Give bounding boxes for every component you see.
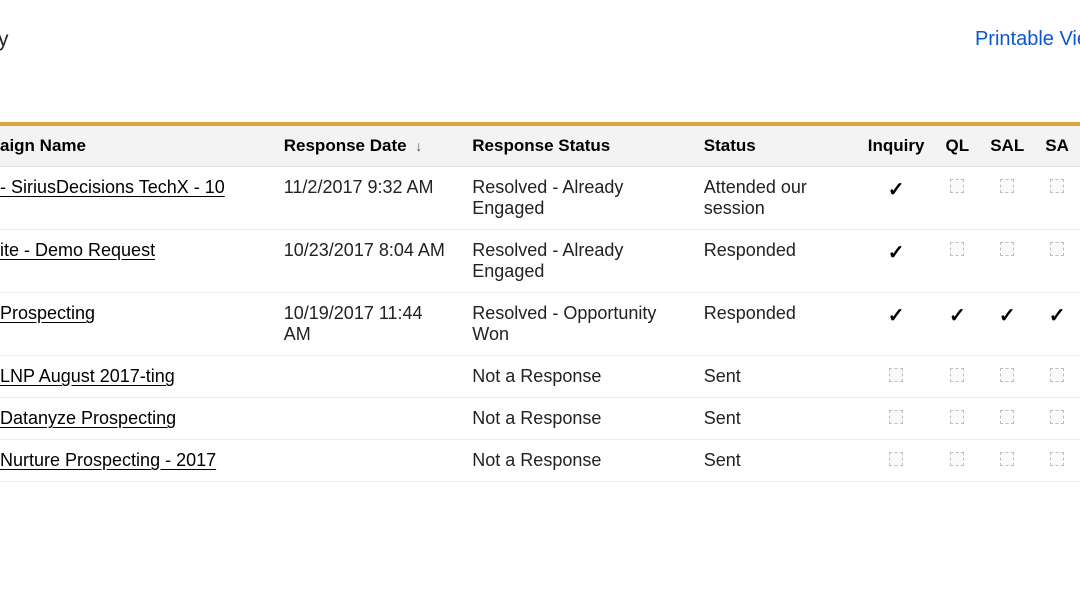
page-title-fragment: y — [0, 28, 9, 52]
checkmark-icon: ✓ — [949, 305, 966, 327]
campaign-history-table-wrap: aign Name Response Date ↓ Response Statu… — [0, 122, 1080, 482]
cell-sa — [1034, 356, 1080, 398]
col-header-response-date-label: Response Date — [284, 136, 407, 155]
cell-status: Sent — [694, 398, 858, 440]
cell-response-status: Resolved - Already Engaged — [462, 230, 694, 293]
cell-status: Sent — [694, 356, 858, 398]
cell-sa: ✓ — [1034, 293, 1080, 356]
cell-response-status: Not a Response — [462, 356, 694, 398]
cell-sal — [980, 230, 1034, 293]
col-header-response-status[interactable]: Response Status — [462, 126, 694, 167]
checkbox-empty-icon — [889, 410, 903, 424]
cell-inquiry — [858, 398, 935, 440]
checkbox-empty-icon — [1050, 410, 1064, 424]
checkbox-empty-icon — [889, 368, 903, 382]
cell-ql — [934, 356, 980, 398]
col-header-sal[interactable]: SAL — [980, 126, 1034, 167]
cell-ql — [934, 167, 980, 230]
table-row: Prospecting 10/19/2017 11:44 AMResolved -… — [0, 293, 1080, 356]
cell-status: Responded — [694, 230, 858, 293]
table-row: Datanyze Prospecting Not a ResponseSent — [0, 398, 1080, 440]
col-header-ql[interactable]: QL — [934, 126, 980, 167]
cell-sa — [1034, 440, 1080, 482]
cell-response-date — [274, 398, 463, 440]
cell-sa — [1034, 167, 1080, 230]
checkmark-icon: ✓ — [999, 305, 1016, 327]
checkbox-empty-icon — [1000, 179, 1014, 193]
cell-response-date — [274, 440, 463, 482]
col-header-response-date[interactable]: Response Date ↓ — [274, 126, 463, 167]
campaign-link[interactable]: Prospecting — [0, 303, 95, 324]
cell-ql — [934, 398, 980, 440]
cell-response-status: Not a Response — [462, 398, 694, 440]
cell-response-status: Not a Response — [462, 440, 694, 482]
checkbox-empty-icon — [1050, 452, 1064, 466]
printable-view-link[interactable]: Printable Vie — [975, 28, 1080, 51]
checkbox-empty-icon — [950, 452, 964, 466]
cell-ql — [934, 230, 980, 293]
cell-sa — [1034, 398, 1080, 440]
cell-response-status: Resolved - Already Engaged — [462, 167, 694, 230]
cell-inquiry — [858, 356, 935, 398]
checkbox-empty-icon — [950, 410, 964, 424]
checkbox-empty-icon — [1000, 410, 1014, 424]
table-header-row: aign Name Response Date ↓ Response Statu… — [0, 126, 1080, 167]
campaign-history-table: aign Name Response Date ↓ Response Statu… — [0, 126, 1080, 482]
checkbox-empty-icon — [1000, 368, 1014, 382]
cell-campaign: Datanyze Prospecting — [0, 398, 274, 440]
campaign-link[interactable]: Datanyze Prospecting — [0, 408, 176, 429]
checkbox-empty-icon — [950, 242, 964, 256]
cell-response-date: 10/23/2017 8:04 AM — [274, 230, 463, 293]
checkbox-empty-icon — [950, 179, 964, 193]
cell-campaign: Prospecting — [0, 293, 274, 356]
cell-response-date: 10/19/2017 11:44 AM — [274, 293, 463, 356]
checkbox-empty-icon — [1000, 452, 1014, 466]
cell-campaign: ite - Demo Request — [0, 230, 274, 293]
cell-sal — [980, 356, 1034, 398]
checkmark-icon: ✓ — [1049, 305, 1066, 327]
checkbox-empty-icon — [1050, 242, 1064, 256]
cell-inquiry: ✓ — [858, 167, 935, 230]
table-row: LNP August 2017-ting Not a ResponseSent — [0, 356, 1080, 398]
cell-ql — [934, 440, 980, 482]
col-header-sa[interactable]: SA — [1034, 126, 1080, 167]
cell-status: Attended our session — [694, 167, 858, 230]
cell-response-date — [274, 356, 463, 398]
checkbox-empty-icon — [1050, 179, 1064, 193]
campaign-link[interactable]: ite - Demo Request — [0, 240, 155, 261]
table-row: - SiriusDecisions TechX - 10 11/2/2017 9:… — [0, 167, 1080, 230]
sort-descending-icon: ↓ — [415, 138, 422, 154]
checkmark-icon: ✓ — [888, 242, 905, 264]
col-header-inquiry[interactable]: Inquiry — [858, 126, 935, 167]
checkbox-empty-icon — [889, 452, 903, 466]
cell-inquiry: ✓ — [858, 230, 935, 293]
checkbox-empty-icon — [1050, 368, 1064, 382]
checkbox-empty-icon — [950, 368, 964, 382]
col-header-campaign[interactable]: aign Name — [0, 126, 274, 167]
cell-campaign: - SiriusDecisions TechX - 10 — [0, 167, 274, 230]
cell-response-date: 11/2/2017 9:32 AM — [274, 167, 463, 230]
checkbox-empty-icon — [1000, 242, 1014, 256]
table-row: Nurture Prospecting - 2017 Not a Response… — [0, 440, 1080, 482]
cell-sal — [980, 167, 1034, 230]
checkmark-icon: ✓ — [888, 179, 905, 201]
cell-sal — [980, 440, 1034, 482]
table-row: ite - Demo Request 10/23/2017 8:04 AMReso… — [0, 230, 1080, 293]
cell-sal — [980, 398, 1034, 440]
col-header-status[interactable]: Status — [694, 126, 858, 167]
checkmark-icon: ✓ — [888, 305, 905, 327]
cell-sa — [1034, 230, 1080, 293]
campaign-link[interactable]: LNP August 2017-ting — [0, 366, 175, 387]
cell-ql: ✓ — [934, 293, 980, 356]
cell-sal: ✓ — [980, 293, 1034, 356]
cell-inquiry: ✓ — [858, 293, 935, 356]
campaign-link[interactable]: - SiriusDecisions TechX - 10 — [0, 177, 225, 198]
campaign-link[interactable]: Nurture Prospecting - 2017 — [0, 450, 216, 471]
cell-response-status: Resolved - Opportunity Won — [462, 293, 694, 356]
cell-status: Sent — [694, 440, 858, 482]
cell-campaign: Nurture Prospecting - 2017 — [0, 440, 274, 482]
cell-status: Responded — [694, 293, 858, 356]
cell-campaign: LNP August 2017-ting — [0, 356, 274, 398]
cell-inquiry — [858, 440, 935, 482]
